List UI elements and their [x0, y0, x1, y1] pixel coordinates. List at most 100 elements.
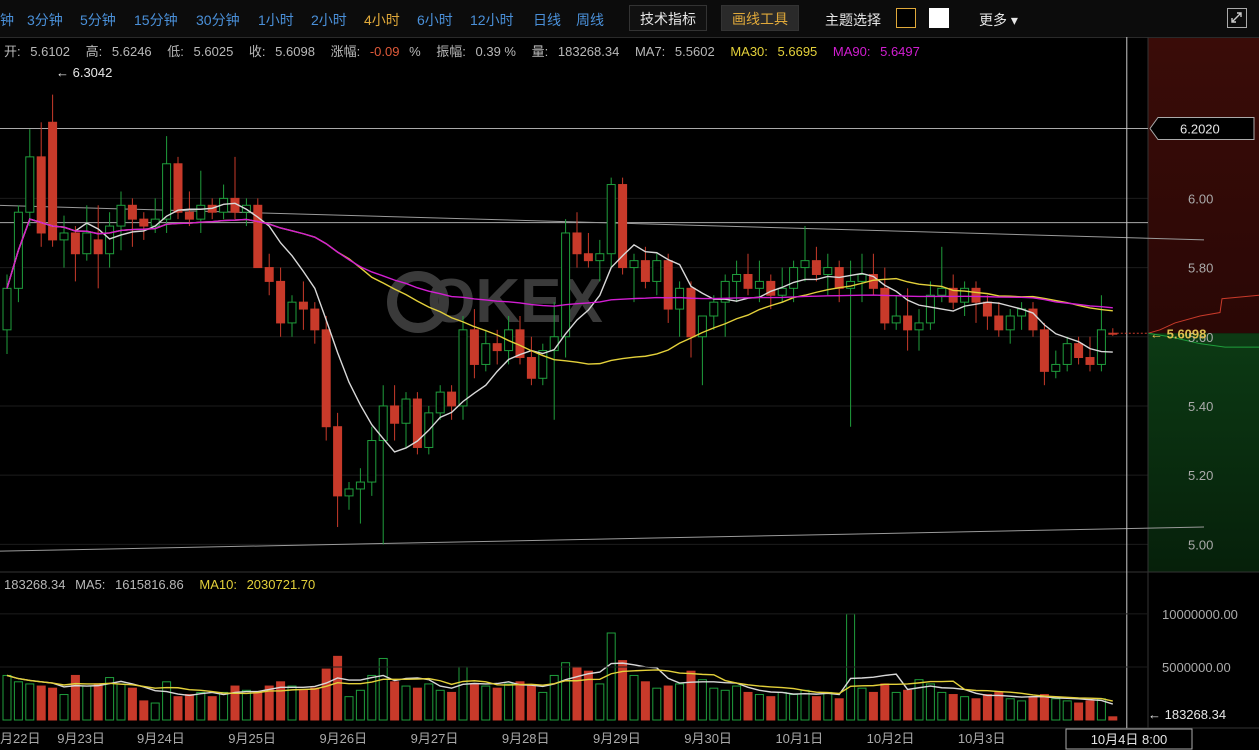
theme-dark-swatch[interactable]: [896, 8, 916, 28]
date-axis-label: 9月26日: [319, 731, 367, 746]
volume-bar: [561, 662, 571, 721]
more-menu[interactable]: 更多 ▾: [979, 10, 1018, 30]
candle-body: [663, 260, 673, 310]
price-info-bar: 开: 5.6102 高: 5.6246 低: 5.6025 收: 5.6098 …: [4, 41, 932, 60]
candle-body: [1074, 343, 1084, 359]
timeframe-11[interactable]: 周线: [576, 10, 604, 30]
ask-depth-line: [1147, 294, 1259, 334]
candle-body: [1017, 308, 1027, 317]
candle-body: [93, 239, 103, 255]
date-axis-label: 9月25日: [228, 731, 276, 746]
candle-body: [401, 398, 411, 424]
timeframe-1[interactable]: 3分钟: [27, 10, 63, 30]
timeframe-0[interactable]: 钟: [0, 10, 14, 30]
volume-bar: [948, 694, 958, 721]
candle-body: [70, 232, 80, 255]
candle-body: [458, 329, 468, 407]
trendline-upper[interactable]: [0, 204, 1205, 241]
volume-bar: [401, 685, 411, 721]
timeframe-5[interactable]: 1小时: [258, 10, 294, 30]
candle-body: [447, 391, 457, 407]
low-value: 5.6025: [193, 44, 234, 59]
ma90-label: MA90:: [832, 44, 871, 59]
close-value: 5.6098: [275, 44, 315, 59]
candle-body: [652, 260, 662, 282]
volume-bar: [36, 685, 46, 721]
ma30-line: [6, 218, 1113, 365]
toolbar: 钟 3分钟 5分钟 15分钟 30分钟 1小时 2小时 4小时 6小时 12小时 日线 周线 技术指标…: [0, 0, 1259, 38]
theme-label: 主题选择: [825, 12, 881, 28]
timeframe-2[interactable]: 5分钟: [80, 10, 116, 30]
candle-body: [287, 301, 297, 324]
volume-bar: [1039, 694, 1049, 721]
change-value: -0.09: [369, 44, 400, 59]
candle-body: [743, 273, 753, 289]
volume-bar: [219, 691, 229, 721]
drawing-tools-button[interactable]: 画线工具: [721, 5, 799, 31]
volume-bar: [720, 689, 730, 721]
candle-body: [526, 357, 536, 379]
candle-body: [766, 280, 776, 296]
volume-bar: [150, 702, 160, 721]
ma7-label: MA7:: [634, 44, 666, 59]
volume-bar: [834, 698, 844, 721]
candle-body: [481, 343, 491, 365]
current-time-label: 10月4日 8:00: [1091, 732, 1168, 747]
ma90-value: 5.6497: [880, 44, 920, 59]
trendline-lower[interactable]: [0, 526, 1205, 552]
volume-bar: [640, 681, 650, 721]
price-axis-label: 5.60: [1188, 330, 1213, 345]
candle-body: [504, 329, 514, 352]
change-label: 涨幅:: [330, 44, 361, 59]
candle-body: [344, 488, 354, 497]
ask-depth-area: [1148, 38, 1259, 334]
candle-body: [948, 287, 958, 303]
volume-ma5-line: [6, 662, 1114, 705]
timeframe-3[interactable]: 15分钟: [134, 10, 178, 30]
candle-body: [891, 315, 901, 324]
hline-price-tag[interactable]: [1149, 116, 1255, 140]
volume-bar: [982, 694, 992, 721]
candle-body: [675, 287, 685, 310]
candle-body: [754, 280, 764, 289]
candle-body: [925, 294, 935, 324]
candle-body: [1096, 329, 1106, 365]
fullscreen-icon[interactable]: [1227, 8, 1247, 28]
candle-body: [162, 163, 172, 220]
timeframe-7[interactable]: 4小时: [364, 10, 400, 30]
volume-bar: [697, 679, 707, 721]
volume-bar: [355, 689, 365, 721]
volume-bar: [13, 681, 23, 721]
candle-body: [686, 287, 696, 338]
current-volume-label: ← 183268.34: [1148, 707, 1226, 722]
volume-bar: [583, 670, 593, 721]
volume-bar: [287, 685, 297, 721]
watermark-icon: [387, 271, 449, 333]
volume-bar: [925, 683, 935, 721]
timeframe-9[interactable]: 12小时: [470, 10, 514, 30]
volume-bar: [276, 681, 286, 721]
candle-body: [640, 260, 650, 282]
timeframe-10[interactable]: 日线: [533, 10, 561, 30]
candle-body: [823, 267, 833, 275]
candle-body: [1051, 363, 1061, 372]
candle-body: [321, 329, 331, 428]
candle-body: [903, 315, 913, 331]
volume-bar: [2, 674, 12, 721]
volume-bar: [469, 683, 479, 721]
candle-body: [241, 204, 251, 213]
candle-body: [834, 267, 844, 289]
volume-bar: [914, 679, 924, 721]
volume-bar: [333, 655, 343, 721]
candle-body: [469, 329, 479, 365]
volume-bar: [162, 681, 172, 721]
theme-light-swatch[interactable]: [929, 8, 949, 28]
indicators-button[interactable]: 技术指标: [629, 5, 707, 31]
timeframe-6[interactable]: 2小时: [311, 10, 347, 30]
candle-body: [139, 218, 149, 227]
timeframe-8[interactable]: 6小时: [417, 10, 453, 30]
timeframe-4[interactable]: 30分钟: [196, 10, 240, 30]
candle-body: [184, 211, 194, 220]
candle-body: [2, 287, 12, 331]
volume-bar: [526, 685, 536, 721]
